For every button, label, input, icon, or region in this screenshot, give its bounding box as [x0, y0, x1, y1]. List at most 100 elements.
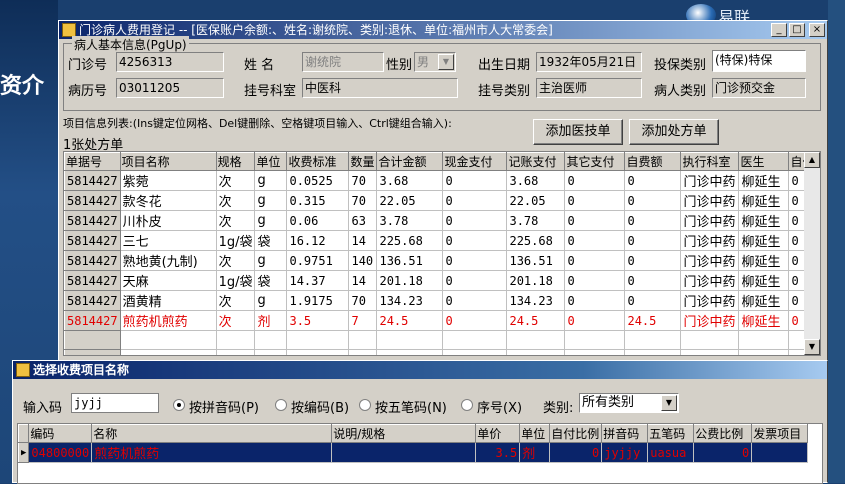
- table-cell[interactable]: jyjjy: [601, 442, 649, 463]
- radio-code-label[interactable]: 按编码(B): [291, 397, 349, 416]
- table-cell[interactable]: 225.68: [506, 230, 566, 251]
- col-header[interactable]: 现金支付: [442, 152, 508, 171]
- table-cell[interactable]: 门诊中药: [680, 170, 740, 191]
- table-cell[interactable]: 0: [564, 270, 626, 291]
- table-cell[interactable]: [216, 330, 256, 350]
- table-cell[interactable]: 门诊中药: [680, 310, 740, 331]
- empty-row[interactable]: [64, 349, 818, 355]
- table-cell[interactable]: [506, 349, 566, 355]
- table-cell[interactable]: 0: [564, 310, 626, 331]
- table-cell[interactable]: [64, 330, 121, 350]
- table-row[interactable]: 5814427 煎药机煎药次剂 3.5 7 24.5 0 24.5 0 24.5 门诊中药 柳延生 0: [64, 310, 818, 331]
- gender-select[interactable]: 男 ▼: [414, 52, 456, 72]
- table-cell[interactable]: 剂: [254, 310, 288, 331]
- table-cell[interactable]: 0: [624, 170, 682, 191]
- table-cell[interactable]: 熟地黄(九制): [120, 250, 217, 271]
- table-cell[interactable]: uasua: [647, 442, 695, 463]
- table-cell[interactable]: 次: [216, 290, 256, 311]
- col-header[interactable]: 自费额: [624, 152, 682, 171]
- table-cell[interactable]: 0.315: [286, 190, 350, 211]
- table-cell[interactable]: 次: [216, 190, 256, 211]
- table-cell[interactable]: 次: [216, 210, 256, 231]
- col-header[interactable]: 公费比例: [693, 424, 753, 443]
- table-cell[interactable]: 门诊中药: [680, 210, 740, 231]
- table-cell[interactable]: 5814427: [64, 210, 121, 231]
- table-cell[interactable]: 5814427: [64, 170, 121, 191]
- table-cell[interactable]: 0: [564, 170, 626, 191]
- table-cell[interactable]: 次: [216, 170, 256, 191]
- maximize-button[interactable]: □: [789, 23, 805, 37]
- minimize-button[interactable]: _: [771, 23, 787, 37]
- table-cell[interactable]: 0.9751: [286, 250, 350, 271]
- add-doctor-order-button[interactable]: 添加医技单: [533, 119, 623, 145]
- table-cell[interactable]: 0.0525: [286, 170, 350, 191]
- table-cell[interactable]: 22.05: [376, 190, 444, 211]
- table-cell[interactable]: 63: [348, 210, 378, 231]
- table-cell[interactable]: [254, 349, 288, 355]
- table-cell[interactable]: [680, 330, 740, 350]
- table-cell[interactable]: 门诊中药: [680, 290, 740, 311]
- col-header[interactable]: 单位: [519, 424, 551, 443]
- col-header[interactable]: 数量: [348, 152, 378, 171]
- table-cell[interactable]: [738, 349, 790, 355]
- radio-pinyin-label[interactable]: 按拼音码(P): [189, 397, 259, 416]
- table-cell[interactable]: 7: [348, 310, 378, 331]
- table-cell[interactable]: 0: [564, 290, 626, 311]
- table-cell[interactable]: [442, 349, 508, 355]
- radio-code[interactable]: [275, 399, 287, 411]
- col-header[interactable]: 规格: [215, 152, 256, 171]
- table-cell[interactable]: 川朴皮: [120, 210, 217, 231]
- table-cell[interactable]: 0: [442, 250, 508, 271]
- table-cell[interactable]: 柳延生: [738, 210, 790, 231]
- col-header[interactable]: 五笔码: [647, 424, 695, 443]
- table-cell[interactable]: [442, 330, 508, 350]
- table-cell[interactable]: 三七: [120, 230, 217, 251]
- table-cell[interactable]: g: [254, 250, 288, 271]
- popup-result-grid[interactable]: 编码 名称 说明/规格 单价 单位 自付比例 拼音码 五笔码 公费比例 发票项目 ▶ 0480000…: [17, 423, 823, 484]
- table-cell[interactable]: [376, 349, 444, 355]
- table-cell[interactable]: 柳延生: [738, 270, 790, 291]
- birth-field[interactable]: 1932年05月21日: [536, 52, 642, 72]
- table-cell[interactable]: [564, 330, 626, 350]
- add-prescription-button[interactable]: 添加处方单: [629, 119, 719, 145]
- table-cell[interactable]: 5814427: [64, 230, 121, 251]
- table-cell[interactable]: 门诊中药: [680, 270, 740, 291]
- table-cell[interactable]: 门诊中药: [680, 230, 740, 251]
- table-cell[interactable]: 剂: [519, 442, 551, 463]
- table-cell[interactable]: [348, 349, 378, 355]
- table-cell[interactable]: g: [254, 290, 288, 311]
- table-cell[interactable]: 0: [442, 190, 508, 211]
- col-header[interactable]: 说明/规格: [331, 424, 477, 443]
- table-cell[interactable]: 天麻: [120, 270, 217, 291]
- table-cell[interactable]: 款冬花: [120, 190, 217, 211]
- table-cell[interactable]: [348, 330, 378, 350]
- visit-no-field[interactable]: 4256313: [116, 52, 224, 72]
- table-cell[interactable]: 16.12: [286, 230, 350, 251]
- table-row[interactable]: 5814427 川朴皮次 g 0.06 63 3.78 0 3.78 0 0 门诊中药 柳延生 0: [64, 210, 818, 231]
- table-cell[interactable]: [331, 442, 477, 463]
- col-header[interactable]: 执行科室: [680, 152, 740, 171]
- table-cell[interactable]: 柳延生: [738, 190, 790, 211]
- table-cell[interactable]: 5814427: [64, 270, 121, 291]
- table-cell[interactable]: 0: [442, 310, 508, 331]
- chevron-down-icon[interactable]: ▼: [661, 395, 677, 411]
- table-cell[interactable]: 酒黄精: [120, 290, 217, 311]
- col-header[interactable]: 单位: [254, 152, 288, 171]
- table-cell[interactable]: 0: [564, 250, 626, 271]
- table-cell[interactable]: 次: [216, 250, 256, 271]
- table-cell[interactable]: 3.68: [376, 170, 444, 191]
- table-cell[interactable]: 柳延生: [738, 170, 790, 191]
- table-cell[interactable]: 0: [442, 290, 508, 311]
- insure-type-field[interactable]: (特保)特保: [712, 50, 806, 72]
- col-header[interactable]: 名称: [91, 424, 333, 443]
- table-cell[interactable]: 70: [348, 290, 378, 311]
- scroll-up-icon[interactable]: ▲: [804, 152, 820, 168]
- scroll-down-icon[interactable]: ▼: [804, 339, 820, 355]
- col-header[interactable]: 拼音码: [601, 424, 649, 443]
- col-header[interactable]: 收费标准: [286, 152, 350, 171]
- table-cell[interactable]: [376, 330, 444, 350]
- table-cell[interactable]: 3.5: [475, 442, 521, 463]
- table-cell[interactable]: 紫菀: [120, 170, 217, 191]
- table-cell[interactable]: [506, 330, 566, 350]
- table-cell[interactable]: 0: [624, 250, 682, 271]
